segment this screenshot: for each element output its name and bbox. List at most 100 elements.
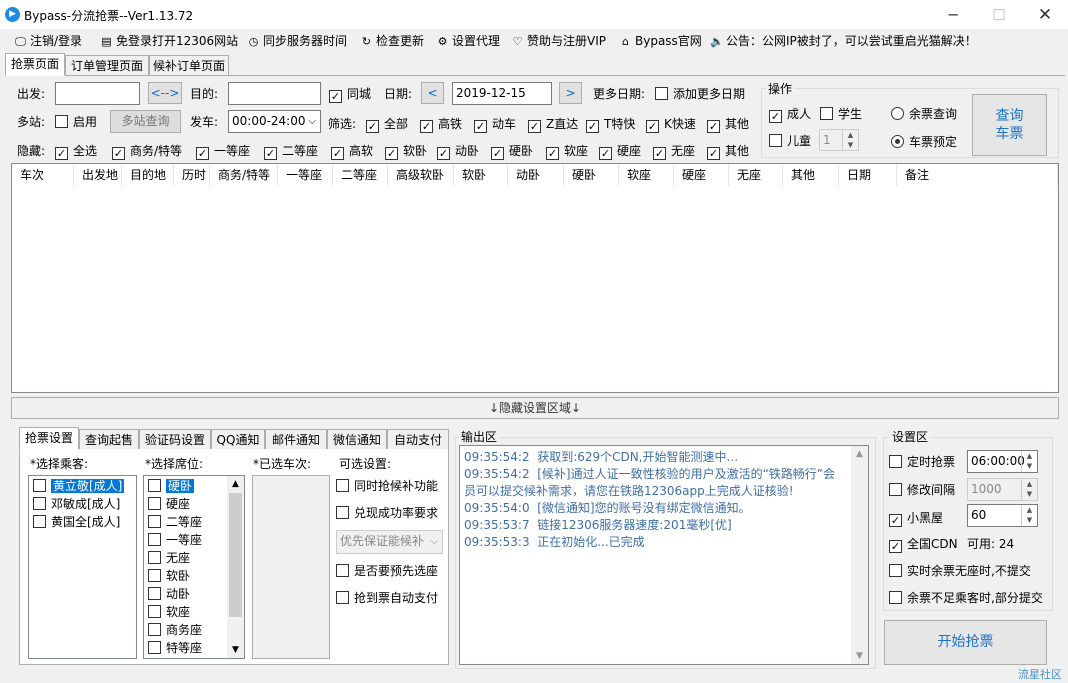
minimize-button[interactable]: ─ bbox=[930, 0, 976, 30]
blackroom-input[interactable]: 60 ▲ ▼ bbox=[967, 504, 1038, 527]
column-header[interactable]: 软座 bbox=[619, 164, 674, 186]
filter-checkbox[interactable]: ✓ Z直达 bbox=[528, 116, 578, 133]
hide-checkbox[interactable]: ✓ 二等座 bbox=[264, 143, 318, 160]
modify-interval-checkbox[interactable]: 修改间隔 bbox=[889, 482, 955, 498]
train-results-table[interactable]: 车次 出发地 目的地 历时 商务/特等 一等座 二等座 高级软卧 软卧 动卧 硬卧 软座 硬座 无座 其他日… bbox=[11, 163, 1059, 393]
passenger-item[interactable]: 黄国全[成人] bbox=[29, 513, 136, 531]
subtab-item[interactable]: 查询起售 bbox=[79, 429, 139, 450]
column-header[interactable]: 硬卧 bbox=[564, 164, 619, 186]
subtab-item[interactable]: QQ通知 bbox=[211, 429, 265, 450]
passenger-list[interactable]: 黄立敬[成人] 邓敏成[成人] 黄国全[成人] bbox=[28, 475, 137, 659]
column-header[interactable]: 高级软卧 bbox=[388, 164, 454, 186]
menu-check-update[interactable]: ↻ 检查更新 bbox=[360, 32, 424, 50]
column-header[interactable]: 商务/特等 bbox=[210, 164, 278, 186]
tab-ticket-page[interactable]: 抢票页面 bbox=[5, 53, 65, 76]
column-header[interactable]: 其他 bbox=[783, 164, 839, 186]
filter-checkbox[interactable]: ✓ 全部 bbox=[366, 116, 408, 133]
subtab-item[interactable]: 自动支付 bbox=[387, 429, 449, 450]
hide-checkbox[interactable]: ✓ 硬卧 bbox=[491, 143, 533, 160]
column-header[interactable]: 动卧 bbox=[508, 164, 564, 186]
national-cdn-checkbox[interactable]: ✓ 全国CDN bbox=[889, 536, 958, 553]
filter-checkbox[interactable]: ✓ K快速 bbox=[646, 116, 696, 133]
same-city-checkbox[interactable]: ✓ 同城 bbox=[329, 86, 371, 103]
prev-date-button[interactable]: < bbox=[421, 82, 444, 104]
menu-login[interactable]: 🖵 注销/登录 bbox=[14, 32, 82, 50]
swap-button[interactable]: <--> bbox=[148, 82, 182, 104]
column-header[interactable]: 车次 bbox=[12, 164, 74, 186]
interval-input[interactable]: 1000 ▲ ▼ bbox=[967, 478, 1038, 501]
priority-select[interactable]: 优先保证能候补 ⌵ bbox=[336, 530, 443, 554]
next-date-button[interactable]: > bbox=[559, 82, 582, 104]
menu-sync-time[interactable]: ◷ 同步服务器时间 bbox=[247, 32, 347, 50]
menu-sponsor-vip[interactable]: ♡ 赞助与注册VIP bbox=[511, 32, 606, 50]
add-more-dates-checkbox[interactable]: 添加更多日期 bbox=[655, 86, 745, 102]
to-input[interactable] bbox=[228, 82, 321, 105]
hide-checkbox[interactable]: ✓ 全选 bbox=[55, 143, 97, 160]
column-header[interactable]: 软卧 bbox=[454, 164, 508, 186]
column-header[interactable]: 硬座 bbox=[674, 164, 729, 186]
depart-time-select[interactable]: 00:00-24:00 ⌵ bbox=[228, 110, 321, 133]
subtab-item[interactable]: 邮件通知 bbox=[265, 429, 327, 450]
scroll-thumb[interactable] bbox=[229, 493, 242, 617]
filter-checkbox[interactable]: ✓ 动车 bbox=[474, 116, 516, 133]
passenger-item[interactable]: 黄立敬[成人] bbox=[29, 477, 136, 495]
query-tickets-button[interactable]: 查询 车票 bbox=[972, 94, 1047, 156]
column-header[interactable]: 一等座 bbox=[278, 164, 333, 186]
filter-checkbox[interactable]: ✓ 其他 bbox=[707, 116, 749, 133]
close-button[interactable]: ✕ bbox=[1022, 0, 1068, 30]
option-preselect-seat-checkbox[interactable]: 是否要预先选座 bbox=[336, 563, 438, 579]
enable-multi-checkbox[interactable]: 启用 bbox=[55, 114, 97, 130]
hide-checkbox[interactable]: ✓ 一等座 bbox=[196, 143, 250, 160]
student-checkbox[interactable]: 学生 bbox=[820, 106, 862, 122]
scroll-up-icon[interactable]: ▲ bbox=[227, 476, 244, 492]
subtab-item[interactable]: 验证码设置 bbox=[139, 429, 211, 450]
reserve-radio[interactable]: 车票预定 bbox=[891, 134, 957, 150]
output-scrollbar[interactable]: ▲ ▼ bbox=[851, 446, 868, 664]
column-header[interactable]: 出发地 bbox=[74, 164, 122, 186]
passenger-item[interactable]: 邓敏成[成人] bbox=[29, 495, 136, 513]
remain-query-radio[interactable]: 余票查询 bbox=[891, 106, 957, 122]
menu-proxy[interactable]: ⚙ 设置代理 bbox=[436, 32, 500, 50]
multi-station-query-button[interactable]: 多站查询 bbox=[110, 110, 181, 133]
selected-trains-list[interactable] bbox=[252, 475, 330, 659]
filter-checkbox[interactable]: ✓ T特快 bbox=[586, 116, 635, 133]
hide-checkbox[interactable]: ✓ 软卧 bbox=[385, 143, 427, 160]
option-auto-pay-checkbox[interactable]: 抢到票自动支付 bbox=[336, 590, 438, 606]
hide-checkbox[interactable]: ✓ 软座 bbox=[546, 143, 588, 160]
hide-checkbox[interactable]: ✓ 高软 bbox=[331, 143, 373, 160]
from-input[interactable] bbox=[55, 82, 140, 105]
option-success-rate-checkbox[interactable]: 兑现成功率要求 bbox=[336, 505, 438, 521]
no-seat-no-submit-checkbox[interactable]: 实时余票无座时,不提交 bbox=[889, 563, 1031, 579]
menu-official-site[interactable]: ⌂ Bypass官网 bbox=[619, 32, 702, 50]
tab-waitlist-orders[interactable]: 候补订单页面 bbox=[149, 55, 229, 76]
scroll-down-icon[interactable]: ▼ bbox=[227, 642, 244, 658]
child-checkbox[interactable]: 儿童 bbox=[769, 133, 811, 149]
scroll-up-icon[interactable]: ▲ bbox=[851, 446, 868, 462]
tab-order-management[interactable]: 订单管理页面 bbox=[65, 55, 149, 76]
filter-checkbox[interactable]: ✓ 高铁 bbox=[420, 116, 462, 133]
hide-checkbox[interactable]: ✓ 商务/特等 bbox=[112, 143, 182, 160]
toggle-hidden-settings-button[interactable]: ↓隐藏设置区域↓ bbox=[11, 397, 1059, 419]
column-header[interactable]: 目的地 bbox=[122, 164, 174, 186]
column-header[interactable]: 二等座 bbox=[333, 164, 388, 186]
column-header[interactable]: 日期 bbox=[839, 164, 897, 186]
hide-checkbox[interactable]: ✓ 硬座 bbox=[599, 143, 641, 160]
output-log[interactable]: 09:35:54:2 获取到:629个CDN,开始智能测速中... 09:35:5… bbox=[459, 445, 869, 665]
partial-submit-checkbox[interactable]: 余票不足乘客时,部分提交 bbox=[889, 590, 1043, 606]
subtab-item[interactable]: 微信通知 bbox=[327, 429, 387, 450]
column-header[interactable]: 无座 bbox=[729, 164, 783, 186]
column-header[interactable]: 历时 bbox=[174, 164, 210, 186]
timed-grab-time-input[interactable]: 06:00:00 ▲ ▼ bbox=[967, 450, 1038, 473]
column-header[interactable]: 备注 bbox=[897, 164, 1058, 186]
maximize-button[interactable]: ☐ bbox=[976, 0, 1022, 30]
menu-announcement[interactable]: 🔈 公告：公网IP被封了，可以尝试重启光猫解决！ bbox=[710, 32, 977, 50]
adult-checkbox[interactable]: ✓ 成人 bbox=[769, 106, 811, 123]
hide-checkbox[interactable]: ✓ 动卧 bbox=[437, 143, 479, 160]
timed-grab-checkbox[interactable]: 定时抢票 bbox=[889, 454, 955, 470]
blackroom-checkbox[interactable]: ✓ 小黑屋 bbox=[889, 510, 943, 527]
hide-checkbox[interactable]: ✓ 无座 bbox=[653, 143, 695, 160]
scroll-down-icon[interactable]: ▼ bbox=[851, 648, 868, 664]
date-input[interactable]: 2019-12-15 bbox=[452, 82, 552, 105]
seat-list-scrollbar[interactable]: ▲ ▼ bbox=[227, 476, 244, 658]
seat-list[interactable]: 硬卧 硬座 二等座 一等座 无座 软卧 动卧 软座 商务座 特等座 ▲ ▼ bbox=[143, 475, 245, 659]
